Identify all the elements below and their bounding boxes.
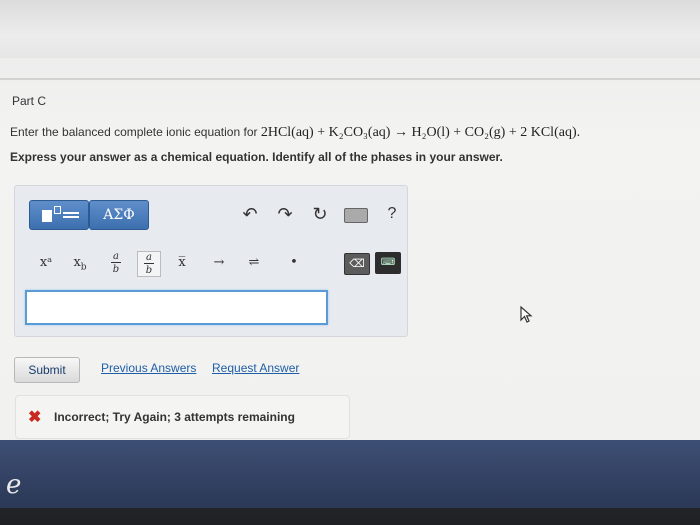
template-superscript-icon (54, 206, 61, 214)
reaction-arrow-button[interactable]: → (206, 248, 232, 278)
greek-symbols-button[interactable]: ΑΣΦ (89, 200, 149, 230)
feedback-box: ✖ Incorrect; Try Again; 3 attempts remai… (15, 395, 350, 439)
answer-input[interactable] (25, 290, 328, 325)
fraction-bottom: b (112, 264, 120, 275)
question-prompt: Enter the balanced complete ionic equati… (10, 125, 580, 141)
question-equation: 2HCl(aq) + K₂CO₃(aq) → H₂O(l) + CO₂(g) +… (260, 125, 581, 140)
header-band (0, 0, 700, 58)
mouse-pointer-icon (520, 306, 533, 323)
previous-answers-link[interactable]: Previous Answers (101, 361, 196, 375)
internet-explorer-icon[interactable]: e (6, 470, 21, 500)
subscript-button[interactable]: xb (67, 248, 93, 278)
x-icon: ✖ (28, 409, 42, 426)
part-title: Part C (12, 94, 47, 108)
fraction-button[interactable]: a b (103, 251, 129, 275)
question-instruction: Express your answer as a chemical equati… (10, 150, 503, 164)
redo-icon[interactable]: ↷ (270, 200, 300, 228)
template-box-icon (42, 210, 52, 222)
fraction-box-top: a (146, 252, 152, 263)
screen: Part C Enter the balanced complete ionic… (0, 0, 700, 440)
help-button[interactable]: ? (377, 200, 407, 228)
keyboard-icon[interactable] (344, 208, 368, 223)
taskbar-band (0, 440, 700, 508)
question-text: Enter the balanced complete ionic equati… (10, 125, 258, 139)
fraction-box-bottom: b (145, 265, 153, 276)
editor-toolbar-top: ΑΣΦ ↶ ↷ ↻ ? (19, 200, 403, 230)
keyboard-toggle-icon[interactable]: ⌨ (375, 252, 401, 274)
equilibrium-arrow-button[interactable]: ⇌ (241, 248, 267, 278)
template-equals-icon (63, 212, 79, 218)
superscript-button[interactable]: xᵃ (33, 248, 59, 278)
dot-button[interactable]: • (281, 248, 307, 278)
divider (0, 78, 700, 80)
fraction-top: a (113, 251, 119, 262)
submit-button[interactable]: Submit (14, 357, 80, 383)
equation-editor: ΑΣΦ ↶ ↷ ↻ ? xᵃ xb a b a b x̅ → ⇌ • ⌫ ⌨ (14, 185, 408, 337)
reset-icon[interactable]: ↻ (305, 200, 335, 228)
delete-icon[interactable]: ⌫ (344, 253, 370, 275)
editor-toolbar-bottom: xᵃ xb a b a b x̅ → ⇌ • ⌫ ⌨ (19, 248, 403, 278)
request-answer-link[interactable]: Request Answer (212, 361, 299, 375)
undo-icon[interactable]: ↶ (235, 200, 265, 228)
vector-button[interactable]: x̅ (169, 248, 195, 278)
fraction-box-button[interactable]: a b (137, 251, 161, 277)
templates-button[interactable] (29, 200, 89, 230)
feedback-text: Incorrect; Try Again; 3 attempts remaini… (54, 410, 295, 424)
